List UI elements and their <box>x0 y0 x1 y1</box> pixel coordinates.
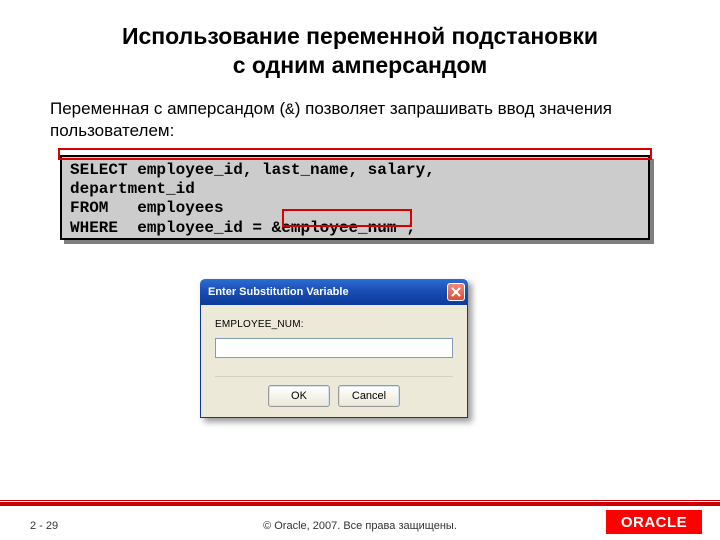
slide-title: Использование переменной подстановки с о… <box>0 0 720 80</box>
substitution-dialog: Enter Substitution Variable EMPLOYEE_NUM… <box>200 279 468 418</box>
intro-part-1: Переменная с амперсандом ( <box>50 99 285 118</box>
dialog-title-text: Enter Substitution Variable <box>208 286 349 298</box>
oracle-logo: ORACLE <box>606 510 702 534</box>
intro-ampersand: & <box>285 101 295 119</box>
close-icon[interactable] <box>447 283 465 301</box>
code-block-wrap: SELECT employee_id, last_name, salary, d… <box>60 155 650 240</box>
oracle-logo-text: ORACLE <box>621 514 687 531</box>
ok-button[interactable]: OK <box>268 385 330 407</box>
footer-thin-line <box>0 500 720 501</box>
sql-code-block: SELECT employee_id, last_name, salary, d… <box>60 155 650 240</box>
dialog-body: EMPLOYEE_NUM: OK Cancel <box>200 305 468 418</box>
employee-num-input[interactable] <box>215 338 453 358</box>
dialog-field-label: EMPLOYEE_NUM: <box>215 319 453 330</box>
dialog-button-row: OK Cancel <box>215 376 453 407</box>
intro-text: Переменная с амперсандом (&) позволяет з… <box>0 80 720 143</box>
slide-footer: 2 - 29 © Oracle, 2007. Все права защищен… <box>0 494 720 540</box>
cancel-button[interactable]: Cancel <box>338 385 400 407</box>
title-line-2: с одним амперсандом <box>233 52 488 78</box>
footer-red-bar <box>0 502 720 506</box>
dialog-titlebar[interactable]: Enter Substitution Variable <box>200 279 468 305</box>
slide: Использование переменной подстановки с о… <box>0 0 720 540</box>
title-line-1: Использование переменной подстановки <box>122 23 598 49</box>
